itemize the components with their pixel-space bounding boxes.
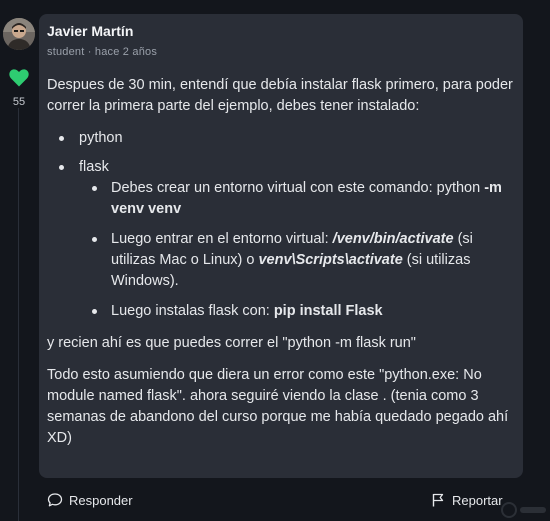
reply-button[interactable]: Responder (47, 488, 133, 512)
like-count: 55 (12, 96, 26, 108)
meta-separator: · (87, 46, 92, 58)
speech-bubble-icon (47, 493, 63, 507)
comment-meta: student · hace 2 años (47, 46, 157, 58)
comment-card: Javier Martín student · hace 2 años Desp… (39, 14, 523, 478)
flask-steps-list: Debes crear un entorno virtual con este … (79, 178, 513, 322)
thread-line (18, 108, 19, 521)
author-role: student (47, 46, 85, 58)
comment-body: Despues de 30 min, entendí que debía ins… (47, 75, 513, 460)
comment-actions: Responder Reportar (39, 488, 523, 512)
list-item-flask: flask Debes crear un entorno virtual con… (59, 157, 513, 322)
list-item-label: python (79, 130, 123, 146)
step-text: Debes crear un entorno virtual con este … (111, 180, 485, 196)
comment-thread: 55 Javier Martín student · hace 2 años D… (0, 0, 550, 521)
step-command-unix: /venv/bin/activate (332, 231, 454, 247)
step-command: pip install Flask (273, 303, 383, 319)
watermark-logo (501, 502, 546, 518)
avatar[interactable] (3, 18, 35, 50)
comment-side-column: 55 (0, 0, 38, 521)
comment-time: hace 2 años (94, 46, 158, 58)
heart-icon[interactable] (9, 69, 29, 87)
reply-label: Responder (69, 492, 133, 508)
step-install-flask: Luego instalas flask con: pip install Fl… (92, 301, 513, 322)
list-item-python: python (59, 128, 513, 149)
step-create-venv: Debes crear un entorno virtual con este … (92, 178, 513, 220)
avatar-image (3, 18, 35, 50)
step-command-windows: venv\Scripts\activate (258, 252, 403, 268)
requirements-list: python flask Debes crear un entorno virt… (47, 128, 513, 322)
step-text: Luego entrar en el entorno virtual: (111, 231, 333, 247)
list-item-label: flask (79, 159, 109, 175)
comment-paragraph-error: Todo esto asumiendo que diera un error c… (47, 367, 509, 446)
comment-intro: Despues de 30 min, entendí que debía ins… (47, 77, 513, 114)
comment-paragraph-run: y recien ahí es que puedes correr el "py… (47, 335, 416, 351)
step-text: Luego instalas flask con: (111, 303, 274, 319)
step-activate-venv: Luego entrar en el entorno virtual: /ven… (92, 229, 513, 292)
author-name[interactable]: Javier Martín (47, 23, 133, 39)
flag-icon (432, 493, 444, 507)
report-label: Reportar (452, 492, 503, 508)
report-button[interactable]: Reportar (430, 488, 503, 512)
